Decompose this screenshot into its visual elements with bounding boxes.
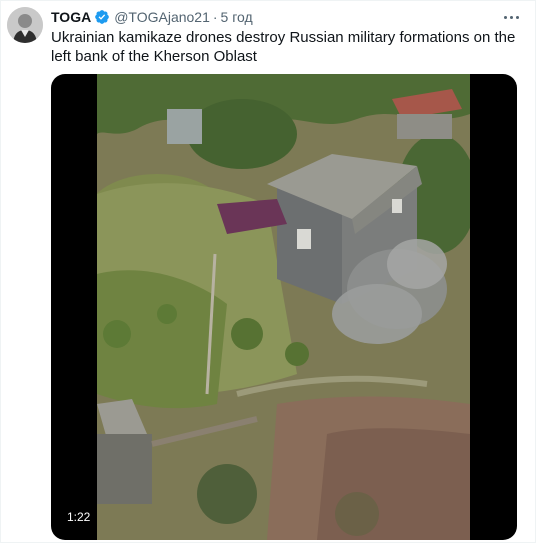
video-thumbnail (97, 74, 470, 540)
video-duration: 1:22 (62, 508, 96, 526)
avatar[interactable] (7, 7, 43, 43)
handle[interactable]: @TOGAjano21 (114, 9, 210, 25)
display-name[interactable]: TOGA (51, 9, 91, 25)
separator-dot: · (212, 9, 218, 25)
drone-footage-image (97, 74, 470, 540)
video-player[interactable]: 1:22 (51, 74, 517, 540)
tweet-text: Ukrainian kamikaze drones destroy Russia… (51, 29, 516, 65)
tweet-card[interactable]: TOGA @TOGAjano21 · 5 год Ukrainian kamik… (0, 0, 536, 543)
more-options-icon[interactable] (501, 10, 521, 24)
verified-badge-icon (95, 10, 110, 24)
avatar-portrait (7, 7, 43, 43)
tweet-header: TOGA @TOGAjano21 · 5 год (51, 8, 253, 26)
timestamp[interactable]: 5 год (221, 9, 253, 25)
